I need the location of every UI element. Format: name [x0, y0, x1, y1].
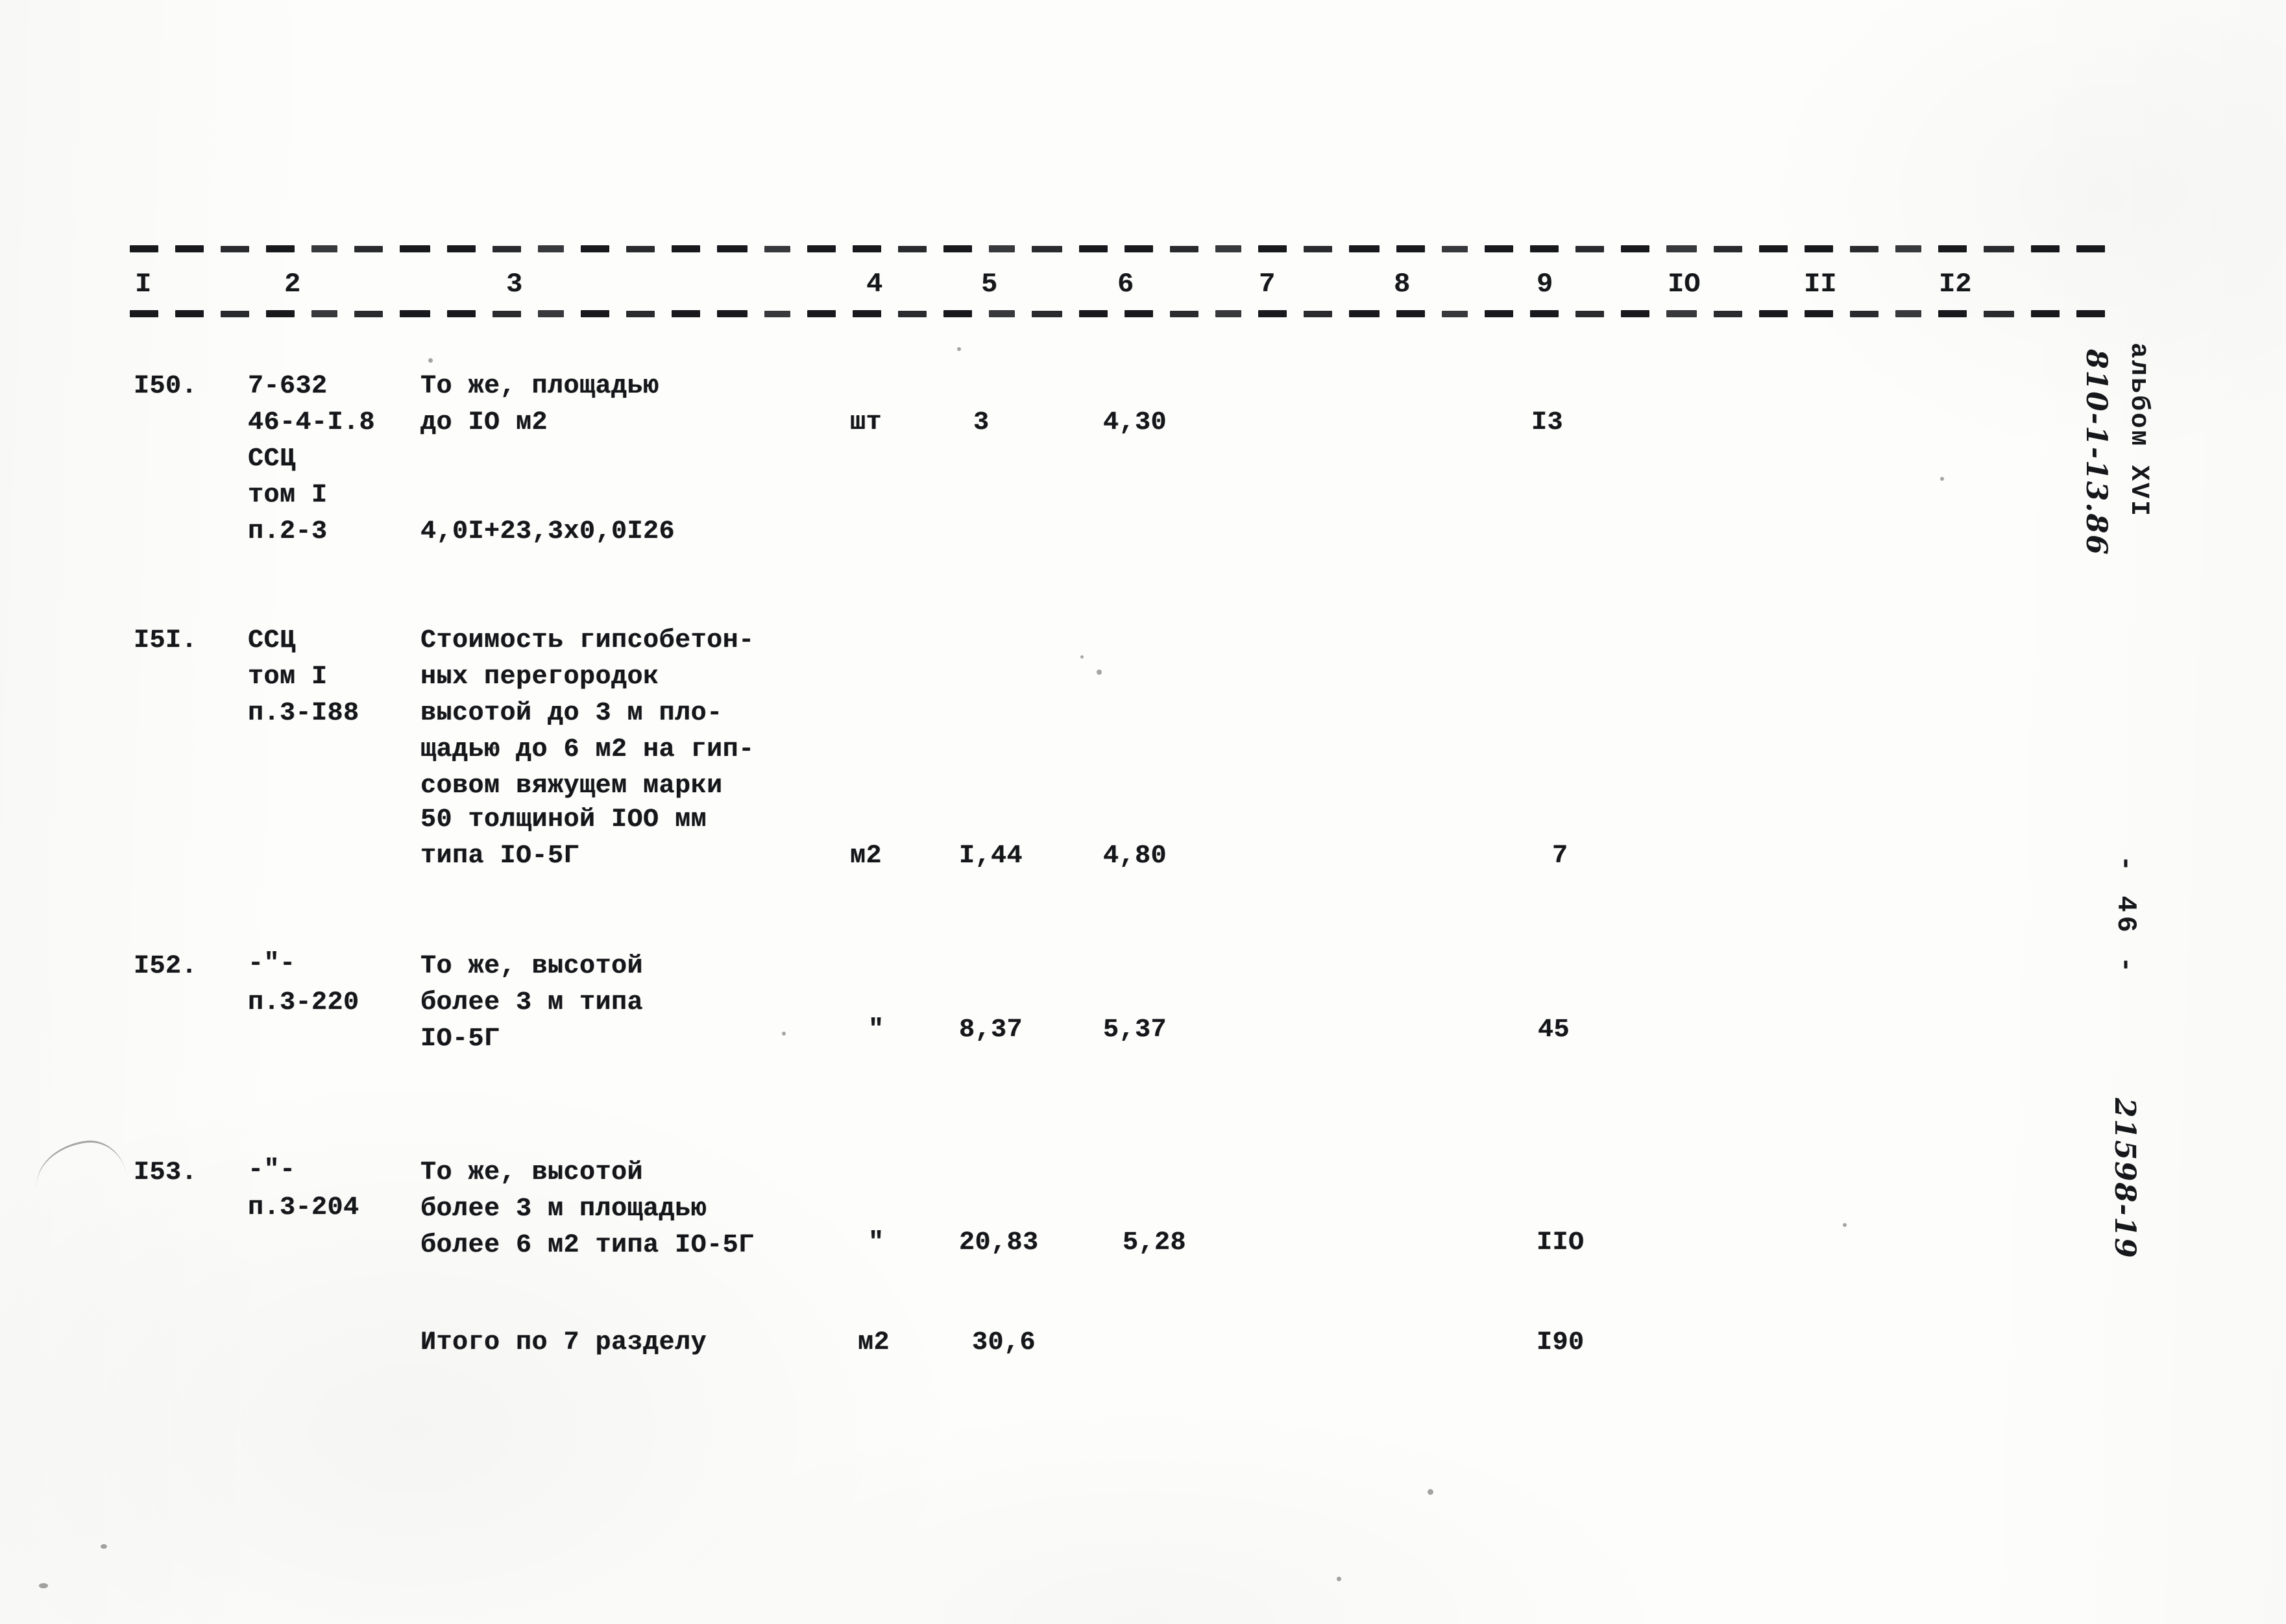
column-header-8: 8: [1394, 269, 1411, 300]
row-code-line: п.3-204: [248, 1193, 359, 1222]
album-code: 810-1-13.86: [2080, 349, 2113, 556]
table-top-rule: [130, 245, 2115, 252]
summary-label: Итого по 7 разделу: [420, 1328, 707, 1357]
column-header-3: 3: [506, 269, 523, 300]
row-description-line: IО-5Г: [420, 1024, 500, 1054]
summary-qty: 30,6: [972, 1328, 1036, 1357]
row-description-line: 50 толщиной IОО мм: [420, 805, 707, 834]
row-formula-line: 4,0I+23,3х0,0I26: [420, 517, 675, 546]
scan-speck: [1940, 477, 1944, 481]
row-price: 4,80: [1103, 842, 1167, 871]
table-row: I53.: [134, 1158, 198, 1187]
row-qty: 20,83: [959, 1228, 1039, 1257]
column-header-7: 7: [1259, 269, 1276, 300]
row-price: 4,30: [1103, 408, 1167, 437]
row-code-line: п.3-I88: [248, 699, 359, 728]
column-header-6: 6: [1117, 269, 1134, 300]
row-code-line: 46-4-I.8: [248, 408, 376, 437]
row-description-line: То же, площадью: [420, 372, 659, 401]
scan-speck: [1843, 1223, 1847, 1227]
row-price: 5,28: [1123, 1228, 1187, 1257]
paper-texture: [0, 0, 2286, 1624]
row-unit: м2: [850, 842, 882, 871]
scan-speck: [39, 1583, 48, 1588]
row-qty: 3: [973, 408, 990, 437]
scan-speck: [782, 1032, 786, 1036]
pencil-mark: [31, 1135, 127, 1189]
column-header-1: I: [135, 269, 152, 300]
scan-speck: [1097, 670, 1102, 675]
row-description-line: То же, высотой: [420, 1158, 644, 1187]
scan-speck: [1337, 1577, 1341, 1581]
row-description-line: щадью до 6 м2 на гип-: [420, 735, 755, 764]
table-row: I5I.: [134, 626, 198, 655]
row-description-line: То же, высотой: [420, 952, 644, 981]
row-code-line: -"-: [248, 1156, 296, 1185]
page-number: - 46 -: [2110, 855, 2141, 977]
scan-speck: [957, 347, 961, 351]
column-header-9: 9: [1537, 269, 1553, 300]
scanned-page: I 2 3 4 5 6 7 8 9 IO II I2 I50. 7-632 46…: [0, 0, 2286, 1624]
scan-speck: [101, 1544, 107, 1549]
row-description-line: более 3 м типа: [420, 988, 644, 1017]
column-header-11: II: [1804, 269, 1837, 300]
row-description-line: типа IО-5Г: [420, 842, 580, 871]
row-code-line: 7-632: [248, 372, 328, 401]
table-row: I50.: [134, 372, 198, 401]
row-total: 45: [1538, 1015, 1570, 1045]
row-description-line: Стоимость гипсобетон-: [420, 626, 755, 655]
table-header-bottom-rule: [130, 310, 2115, 317]
row-description-line: высотой до 3 м пло-: [420, 699, 723, 728]
album-label: альбом XVI: [2124, 343, 2153, 518]
row-code-line: -"-: [248, 949, 296, 978]
column-header-10: IO: [1668, 269, 1701, 300]
table-row: I52.: [134, 952, 198, 981]
row-code-line: п.3-220: [248, 988, 359, 1017]
column-header-2: 2: [284, 269, 301, 300]
row-unit: ": [868, 1015, 884, 1045]
column-header-5: 5: [981, 269, 998, 300]
row-description-line: совом вяжущем марки: [420, 771, 723, 801]
scan-speck: [428, 358, 433, 363]
row-qty: 8,37: [959, 1015, 1023, 1045]
row-total: 7: [1552, 842, 1568, 871]
scan-speck: [1080, 655, 1084, 659]
scan-speck: [1428, 1489, 1433, 1495]
row-code-line: ССЦ: [248, 626, 296, 655]
archive-code: 21598-19: [2108, 1098, 2141, 1259]
summary-total: I90: [1537, 1328, 1585, 1357]
column-header-4: 4: [866, 269, 883, 300]
column-header-12: I2: [1939, 269, 1972, 300]
row-code-line: том I: [248, 481, 328, 510]
row-qty: I,44: [959, 842, 1023, 871]
row-description-line: более 6 м2 типа IО-5Г: [420, 1231, 755, 1260]
row-description-line: ных перегородок: [420, 662, 659, 692]
summary-unit: м2: [858, 1328, 890, 1357]
row-total: IIO: [1537, 1228, 1585, 1257]
row-description-line: до IO м2: [420, 408, 548, 437]
row-code-line: ССЦ: [248, 444, 296, 474]
row-unit: шт: [850, 408, 882, 437]
row-description-line: более 3 м площадью: [420, 1194, 707, 1224]
row-total: I3: [1531, 408, 1564, 437]
row-price: 5,37: [1103, 1015, 1167, 1045]
row-unit: ": [868, 1228, 884, 1257]
row-code-line: п.2-3: [248, 517, 328, 546]
row-code-line: том I: [248, 662, 328, 692]
